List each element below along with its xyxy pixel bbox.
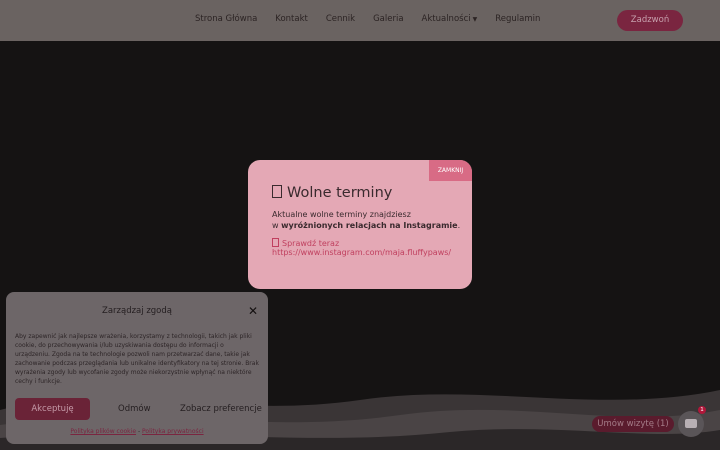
popup-text-line2: w wyróżnionych relacjach na Instagramie. [272, 221, 460, 230]
cookie-description: Aby zapewnić jak najlepsze wrażenia, kor… [15, 333, 259, 385]
deny-button[interactable]: Odmów [118, 404, 151, 414]
cookie-consent-dialog: Zarządzaj zgodą ✕ Aby zapewnić jak najle… [6, 292, 268, 444]
popup-title-text: Wolne terminy [287, 185, 393, 201]
cookie-policy-links: Polityka plików cookie - Polityka prywat… [6, 428, 268, 435]
main-nav: Strona Główna Kontakt Cennik Galeria Akt… [195, 14, 558, 24]
popup-text-bold: wyróżnionych relacjach na Instagramie [281, 221, 458, 230]
free-dates-popup: ZAMKNIJ Wolne terminy Aktualne wolne ter… [248, 160, 472, 289]
cookie-policy-link[interactable]: Polityka plików cookie [70, 428, 136, 435]
notification-badge: 1 [698, 406, 706, 414]
cookie-title: Zarządzaj zgodą [102, 306, 172, 316]
nav-news[interactable]: Aktualności ▼ [422, 14, 478, 24]
call-button[interactable]: Zadzwoń [617, 10, 683, 31]
popup-text-suffix: . [457, 221, 461, 230]
popup-text-line1: Aktualne wolne terminy znajdziesz [272, 210, 411, 219]
check-now-label: Sprawdź teraz [282, 239, 340, 248]
chat-icon [685, 419, 697, 428]
popup-text-prefix: w [272, 221, 282, 230]
popup-title: Wolne terminy [272, 185, 392, 201]
calendar-icon [272, 185, 282, 198]
close-button[interactable]: ZAMKNIJ [429, 160, 472, 181]
nav-pricing[interactable]: Cennik [326, 14, 355, 24]
nav-gallery[interactable]: Galeria [373, 14, 403, 24]
close-icon[interactable]: ✕ [248, 304, 258, 318]
site-header: Strona Główna Kontakt Cennik Galeria Akt… [0, 0, 720, 41]
chat-button[interactable] [678, 411, 704, 437]
chevron-down-icon: ▼ [472, 16, 478, 23]
instagram-link[interactable]: https://www.instagram.com/maja.fluffypaw… [272, 248, 451, 257]
accept-button[interactable]: Akceptuję [15, 398, 90, 420]
nav-rules[interactable]: Regulamin [495, 14, 540, 24]
nav-contact[interactable]: Kontakt [275, 14, 308, 24]
privacy-policy-link[interactable]: Polityka prywatności [142, 428, 204, 435]
preferences-button[interactable]: Zobacz preferencje [180, 404, 262, 414]
check-now-link[interactable]: Sprawdź teraz [272, 238, 339, 248]
nav-home[interactable]: Strona Główna [195, 14, 257, 24]
nav-news-label: Aktualności [421, 14, 471, 24]
link-icon [272, 238, 279, 247]
book-visit-button[interactable]: Umów wizytę (1) [592, 416, 674, 432]
